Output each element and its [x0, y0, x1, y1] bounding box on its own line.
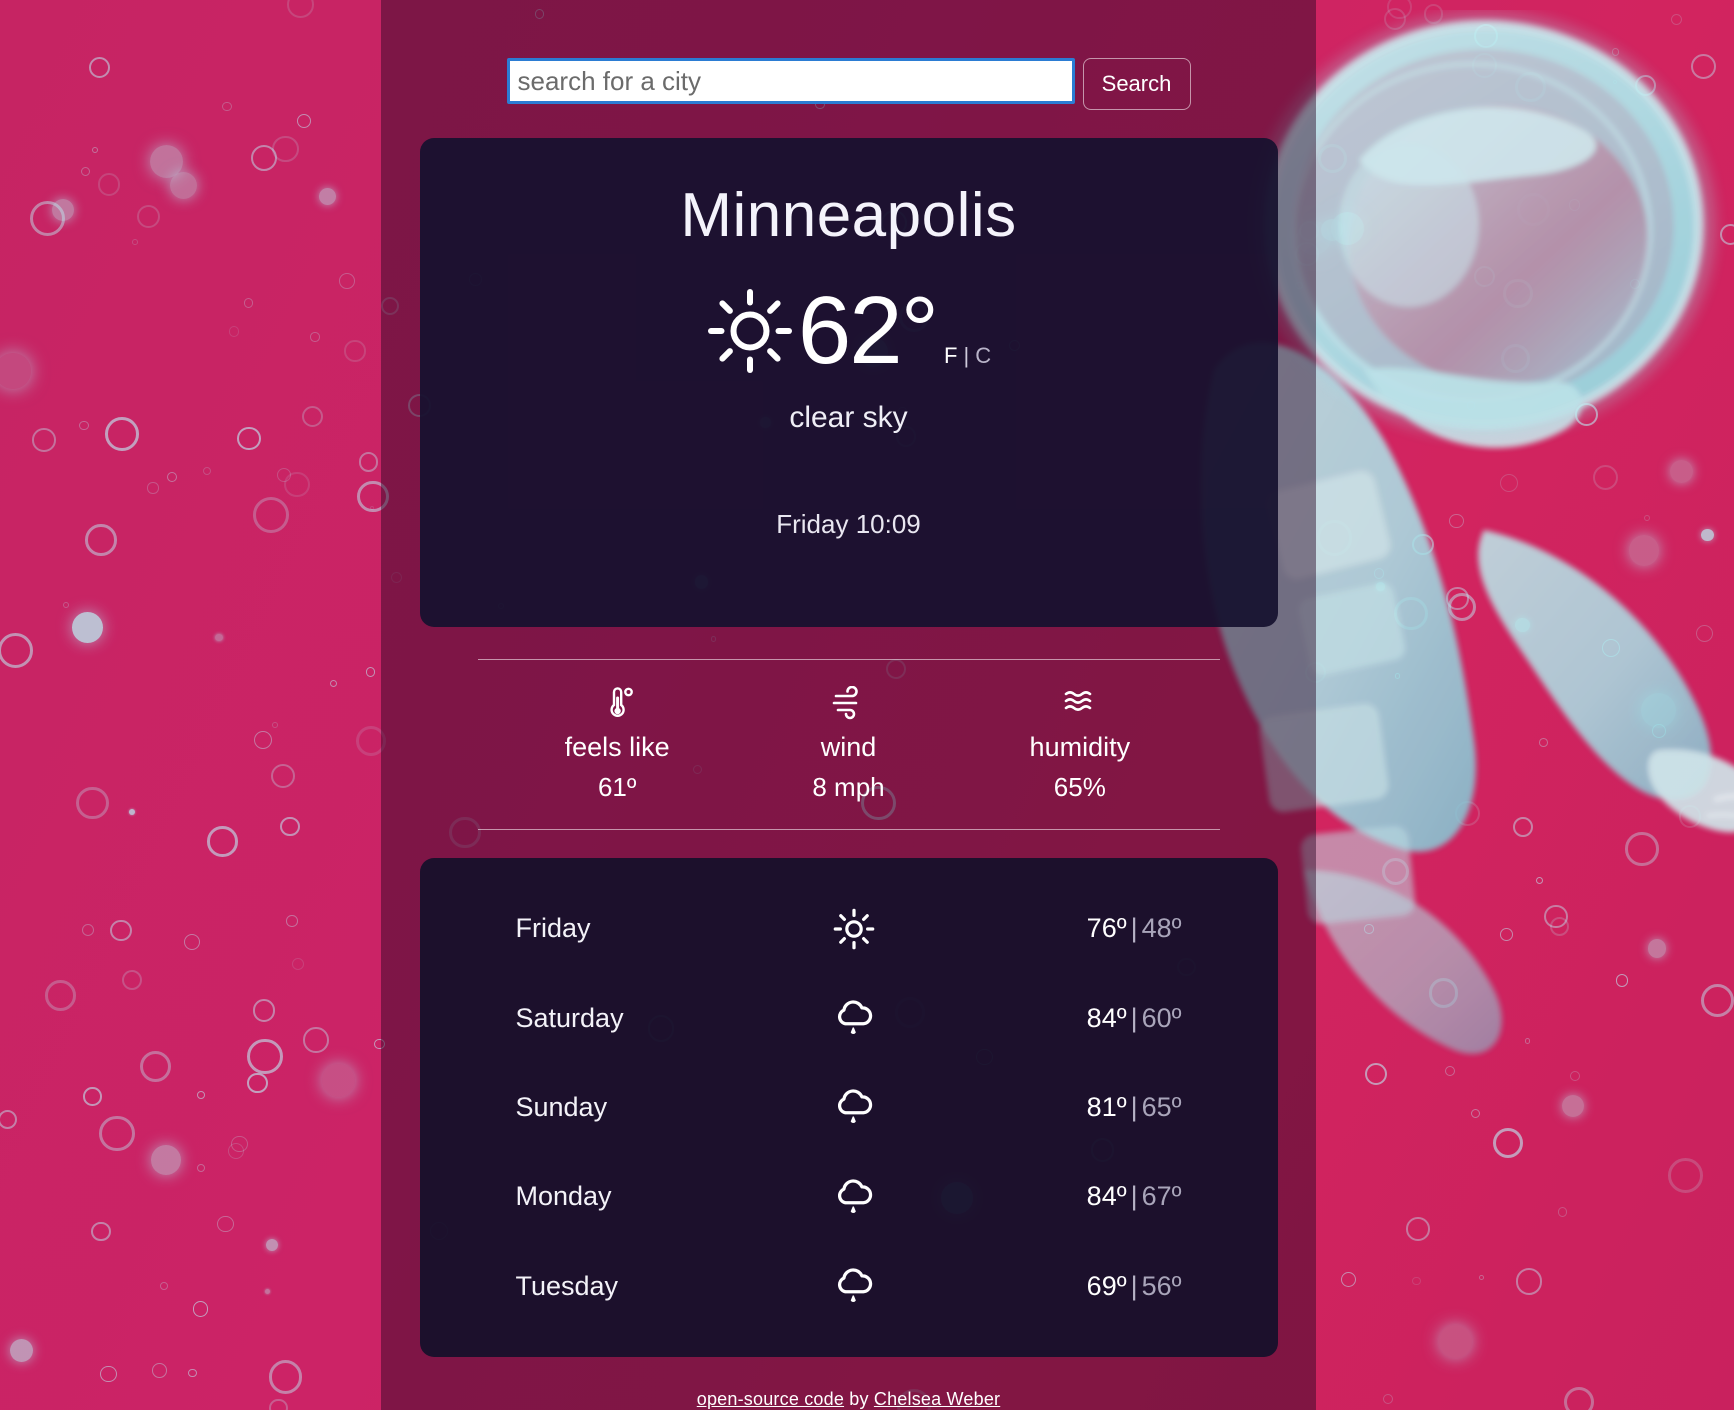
- forecast-day: Saturday: [515, 1002, 624, 1033]
- forecast-icon-cell: [716, 1174, 992, 1220]
- forecast-temps: 76º | 48º: [992, 913, 1182, 944]
- stat-feels-like: feels like 61º: [502, 686, 733, 803]
- unit-fahrenheit[interactable]: F: [941, 343, 961, 369]
- forecast-icon-cell: [716, 906, 992, 952]
- forecast-day: Monday: [515, 1181, 612, 1212]
- forecast-high: 84º: [1086, 1002, 1127, 1033]
- forecast-separator: |: [1130, 913, 1138, 944]
- forecast-row: Saturday 84º | 60º: [516, 977, 1182, 1059]
- stat-label: wind: [820, 731, 877, 762]
- forecast-separator: |: [1130, 1270, 1138, 1301]
- forecast-high: 69º: [1086, 1270, 1127, 1301]
- stat-humidity: humidity 65%: [964, 686, 1195, 803]
- unit-toggle[interactable]: F | C: [941, 343, 995, 369]
- rain-cloud-icon: [837, 1000, 872, 1035]
- sun-icon: [707, 289, 792, 373]
- humidity-icon: [1064, 691, 1092, 711]
- stat-label: feels like: [564, 731, 670, 762]
- rain-cloud-icon: [837, 1179, 872, 1213]
- forecast-separator: |: [1130, 1002, 1138, 1033]
- stats-row: feels like 61º wind 8 mph humidity 65%: [478, 660, 1220, 803]
- forecast-row: Friday 76º | 48º: [516, 888, 1182, 970]
- forecast-card: Friday 76º | 48º Saturday 84º | 60º Sunday 81º…: [419, 857, 1278, 1357]
- forecast-low: 48º: [1141, 913, 1182, 944]
- forecast-high: 81º: [1086, 1091, 1127, 1122]
- stat-value: 8 mph: [812, 771, 885, 802]
- rain-cloud-icon: [837, 1268, 872, 1303]
- forecast-icon-cell: [716, 1263, 992, 1309]
- temperature-value: 62°: [797, 277, 939, 385]
- search-input[interactable]: [506, 58, 1075, 104]
- forecast-temps: 84º | 60º: [992, 1003, 1182, 1034]
- forecast-row: Tuesday 69º | 56º: [516, 1245, 1182, 1327]
- sun-icon: [833, 908, 874, 949]
- app-container: Search Minneapolis: [381, 0, 1316, 1410]
- stat-value: 65%: [1053, 771, 1106, 802]
- footer-middle-text: by: [844, 1389, 874, 1409]
- stat-label: humidity: [1029, 731, 1131, 762]
- current-temperature-row: 62° F | C: [702, 283, 995, 379]
- forecast-low: 60º: [1141, 1002, 1182, 1033]
- wind-icon: [833, 685, 859, 720]
- footer: open-source code by Chelsea Weber: [697, 1389, 1000, 1410]
- search-button[interactable]: Search: [1082, 58, 1191, 110]
- forecast-low: 65º: [1141, 1091, 1182, 1122]
- stats-divider-bottom: [477, 828, 1220, 830]
- open-source-code-link[interactable]: open-source code: [697, 1389, 844, 1409]
- city-search-form: Search: [506, 58, 1191, 110]
- forecast-temps: 69º | 56º: [992, 1271, 1182, 1302]
- forecast-low: 56º: [1141, 1270, 1182, 1301]
- current-weather-card: Minneapolis 62° F | C clear sky Friday 1…: [419, 138, 1278, 627]
- forecast-icon-cell: [716, 995, 992, 1041]
- forecast-low: 67º: [1141, 1181, 1182, 1212]
- forecast-row: Monday 84º | 67º: [516, 1156, 1182, 1238]
- forecast-row: Sunday 81º | 65º: [516, 1066, 1182, 1148]
- forecast-high: 76º: [1086, 913, 1127, 944]
- author-link[interactable]: Chelsea Weber: [874, 1389, 1000, 1409]
- unit-celsius[interactable]: C: [972, 343, 995, 369]
- forecast-day: Friday: [515, 913, 591, 944]
- forecast-day: Tuesday: [515, 1270, 619, 1301]
- observation-time: Friday 10:09: [776, 509, 921, 539]
- weather-description: clear sky: [789, 401, 908, 434]
- forecast-temps: 84º | 67º: [992, 1181, 1182, 1212]
- forecast-high: 84º: [1086, 1181, 1127, 1212]
- forecast-separator: |: [1130, 1181, 1138, 1212]
- stat-value: 61º: [597, 771, 637, 802]
- rain-cloud-icon: [837, 1089, 872, 1124]
- forecast-day: Sunday: [515, 1091, 608, 1122]
- weather-app-page: Search Minneapolis: [0, 0, 1734, 1410]
- forecast-separator: |: [1130, 1091, 1138, 1122]
- unit-separator: |: [963, 343, 971, 368]
- forecast-temps: 81º | 65º: [992, 1092, 1182, 1123]
- forecast-icon-cell: [716, 1084, 992, 1130]
- thermometer-icon: [610, 687, 634, 717]
- city-name: Minneapolis: [680, 181, 1017, 250]
- stat-wind: wind 8 mph: [733, 685, 964, 803]
